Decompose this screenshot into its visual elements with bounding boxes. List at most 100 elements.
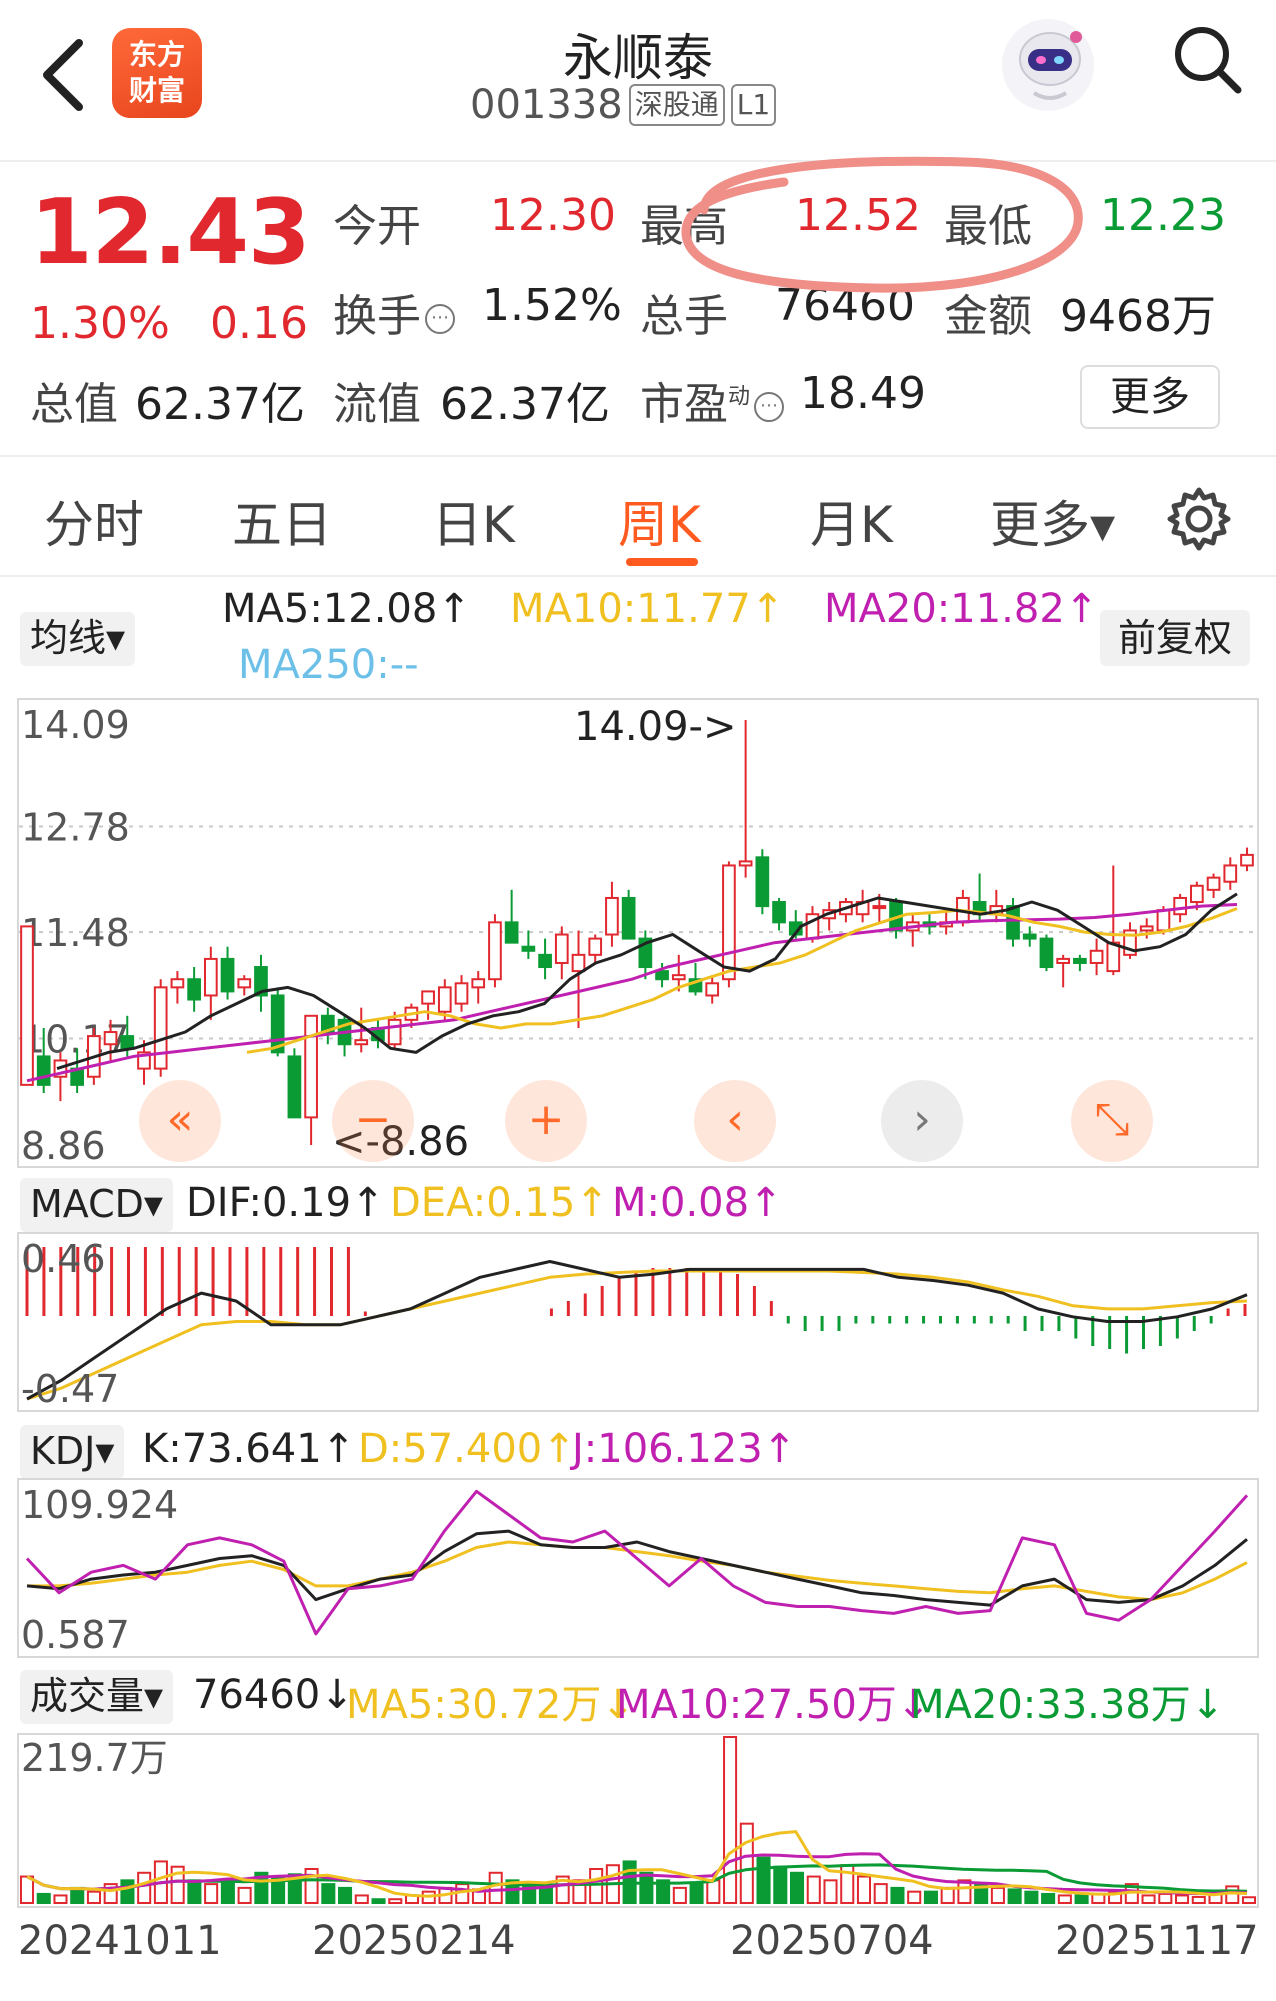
volume-bar bbox=[220, 1879, 235, 1905]
tab-intraday[interactable]: 分时 bbox=[44, 485, 144, 557]
volume-bar bbox=[739, 1822, 754, 1904]
candle-body bbox=[605, 896, 619, 936]
fullscreen-button[interactable]: ⤡ bbox=[1071, 1080, 1153, 1162]
candle-body bbox=[1006, 905, 1020, 940]
kdj-selector[interactable]: KDJ▾ bbox=[20, 1425, 125, 1479]
volume-chart[interactable]: 219.7万 bbox=[17, 1733, 1259, 1908]
candle-body bbox=[1190, 884, 1204, 904]
candle-body bbox=[772, 901, 786, 924]
candle-body bbox=[421, 990, 435, 1005]
scroll-left-button[interactable]: ‹ bbox=[694, 1080, 776, 1162]
candle-body bbox=[454, 982, 469, 1005]
candle-body bbox=[588, 937, 603, 956]
change-amount: 0.16 bbox=[210, 298, 308, 349]
robot-icon bbox=[1002, 19, 1094, 111]
active-tab-indicator bbox=[626, 558, 698, 566]
volume-bar bbox=[806, 1875, 821, 1904]
macd-chart[interactable]: 0.46 -0.47 bbox=[17, 1232, 1259, 1412]
pe-label: 市盈动 ⋯ bbox=[640, 368, 788, 432]
kline-chart[interactable]: 14.09 12.78 11.48 10.17 8.86 14.09-> <-8.86 … bbox=[17, 698, 1259, 1168]
ma10-legend: MA10:11.77↑ bbox=[510, 586, 785, 632]
y-axis-label: 12.78 bbox=[21, 805, 130, 849]
float-cap-label: 流值 bbox=[333, 379, 421, 430]
info-icon[interactable]: ⋯ bbox=[425, 304, 455, 334]
more-quote-button[interactable]: 更多 bbox=[1080, 365, 1220, 429]
candle-body bbox=[354, 1039, 369, 1046]
volume-ma5-legend: MA5:30.72万↓ bbox=[346, 1682, 635, 1728]
scroll-right-button[interactable]: › bbox=[881, 1080, 963, 1162]
ma-selector[interactable]: 均线▾ bbox=[20, 612, 136, 666]
macd-m-legend: M:0.08↑ bbox=[612, 1180, 783, 1226]
low-value: 12.23 bbox=[1100, 190, 1226, 241]
zoom-out-button[interactable]: − bbox=[332, 1080, 414, 1162]
ma5-legend: MA5:12.08↑ bbox=[222, 586, 471, 632]
kdj-chart[interactable]: 109.924 0.587 bbox=[17, 1478, 1259, 1658]
candle-body bbox=[1223, 864, 1238, 883]
search-icon bbox=[1175, 27, 1242, 94]
chart-settings-button[interactable] bbox=[1164, 484, 1234, 554]
chevron-right-icon: › bbox=[913, 1094, 931, 1145]
stock-code: 001338 bbox=[470, 82, 623, 128]
candle-body bbox=[671, 974, 686, 981]
volume-bar bbox=[488, 1871, 503, 1904]
volume-bar bbox=[19, 1875, 35, 1904]
ma20-legend: MA20:11.82↑ bbox=[824, 586, 1099, 632]
assistant-robot-button[interactable] bbox=[998, 15, 1098, 115]
volume-bar bbox=[923, 1890, 938, 1905]
divider bbox=[0, 160, 1276, 162]
volume-bar bbox=[538, 1886, 553, 1905]
pe-value: 18.49 bbox=[800, 368, 926, 419]
connect-tag: 深股通 bbox=[628, 84, 725, 126]
period-tabs: 分时 五日 日K 周K 月K 更多▾ bbox=[0, 470, 1276, 570]
y-axis-label: 11.48 bbox=[21, 911, 130, 955]
candle-body bbox=[471, 978, 486, 989]
volume-bar bbox=[940, 1886, 955, 1905]
x-date-label: 20251117 bbox=[1055, 1918, 1259, 1964]
volume-bar bbox=[137, 1871, 152, 1904]
volume-bar bbox=[706, 1879, 721, 1905]
candle-body bbox=[1240, 853, 1254, 867]
tab-daily-k[interactable]: 日K bbox=[432, 485, 515, 557]
candle-body bbox=[1139, 925, 1154, 932]
x-date-label: 20241011 bbox=[18, 1918, 222, 1964]
zoom-in-button[interactable]: + bbox=[505, 1080, 587, 1162]
volume-bar bbox=[1158, 1892, 1173, 1904]
volume-y-top: 219.7万 bbox=[21, 1736, 168, 1780]
tab-more[interactable]: 更多▾ bbox=[990, 485, 1115, 557]
tab-monthly-k[interactable]: 月K bbox=[810, 485, 893, 557]
candle-body bbox=[387, 1018, 402, 1046]
divider bbox=[0, 575, 1276, 577]
volume-bar bbox=[856, 1875, 872, 1904]
x-date-label: 20250704 bbox=[730, 1918, 934, 1964]
volume-bar bbox=[1041, 1892, 1056, 1904]
tab-five-day[interactable]: 五日 bbox=[232, 485, 332, 557]
open-value: 12.30 bbox=[490, 190, 616, 241]
candle-body bbox=[153, 986, 168, 1070]
max-price-annotation: 14.09-> bbox=[574, 704, 736, 750]
turnover-label: 换手 ⋯ bbox=[333, 280, 459, 344]
volume-selector[interactable]: 成交量▾ bbox=[20, 1670, 174, 1724]
macd-y-top: 0.46 bbox=[21, 1237, 106, 1281]
candle-body bbox=[755, 856, 770, 908]
kdj-d-legend: D:57.400↑ bbox=[358, 1426, 576, 1472]
candle-body bbox=[1206, 876, 1221, 891]
search-button[interactable] bbox=[1168, 20, 1248, 100]
volume-bar bbox=[689, 1883, 704, 1905]
scroll-start-button[interactable]: « bbox=[139, 1080, 221, 1162]
volume-bar bbox=[86, 1890, 101, 1905]
volume-bar bbox=[723, 1736, 738, 1904]
candle-body bbox=[203, 957, 218, 997]
volume-bar bbox=[204, 1883, 219, 1905]
volume-bar bbox=[321, 1883, 336, 1905]
tab-weekly-k[interactable]: 周K bbox=[618, 485, 701, 557]
volume-value-legend: 76460↓ bbox=[193, 1672, 354, 1718]
volume-bar bbox=[589, 1867, 604, 1904]
volume-bar bbox=[873, 1883, 888, 1905]
info-icon[interactable]: ⋯ bbox=[754, 392, 785, 422]
float-cap-value: 62.37亿 bbox=[440, 379, 610, 430]
candle-body bbox=[220, 957, 235, 993]
candle-body bbox=[1039, 937, 1054, 969]
adjust-price-button[interactable]: 前复权 bbox=[1100, 610, 1250, 666]
macd-selector[interactable]: MACD▾ bbox=[20, 1178, 173, 1232]
ma250-legend: MA250:-- bbox=[238, 642, 419, 688]
